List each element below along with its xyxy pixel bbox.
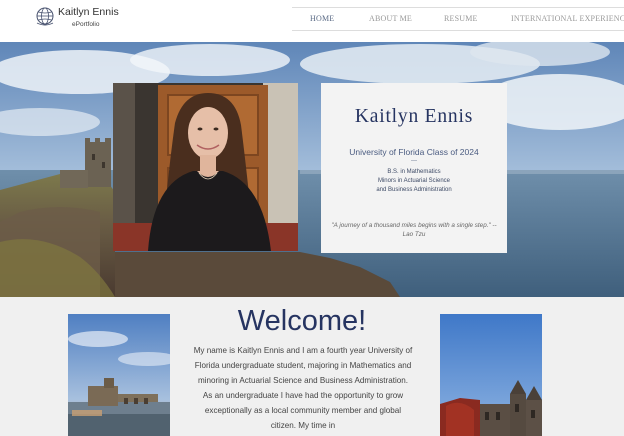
main-nav: HOME ABOUT ME RESUME INTERNATIONAL EXPER…: [292, 7, 624, 31]
hero-banner: Kaitlyn Ennis University of Florida Clas…: [0, 42, 624, 297]
card-degree-line: B.S. in Mathematics: [387, 169, 441, 175]
card-divider: ---: [411, 158, 417, 164]
profile-photo: [113, 83, 298, 251]
hero-background-image: [0, 42, 624, 297]
nav-about-me[interactable]: ABOUT ME: [369, 14, 412, 23]
intro-card: Kaitlyn Ennis University of Florida Clas…: [321, 83, 507, 253]
building-photo-right: [440, 314, 542, 436]
castle-photo-left: [68, 314, 170, 436]
globe-icon[interactable]: [34, 5, 56, 27]
nav-international-experience[interactable]: INTERNATIONAL EXPERIENCE: [511, 14, 624, 23]
site-name[interactable]: Kaitlyn Ennis: [58, 6, 119, 18]
nav-home[interactable]: HOME: [310, 14, 334, 23]
welcome-paragraph: My name is Kaitlyn Ennis and I am a four…: [193, 346, 413, 430]
card-school: University of Florida Class of 2024: [349, 147, 479, 157]
site-header: Kaitlyn Ennis ePortfolio HOME ABOUT ME R…: [0, 0, 624, 42]
nav-resume[interactable]: RESUME: [444, 14, 478, 23]
card-name: Kaitlyn Ennis: [354, 106, 474, 127]
welcome-heading: Welcome!: [237, 305, 367, 337]
site-subtitle: ePortfolio: [72, 21, 100, 28]
card-quote: "A journey of a thousand miles begins wi…: [331, 222, 497, 238]
card-degree-line: and Business Administration: [376, 187, 452, 193]
card-degree-line: Minors in Actuarial Science: [377, 178, 451, 184]
